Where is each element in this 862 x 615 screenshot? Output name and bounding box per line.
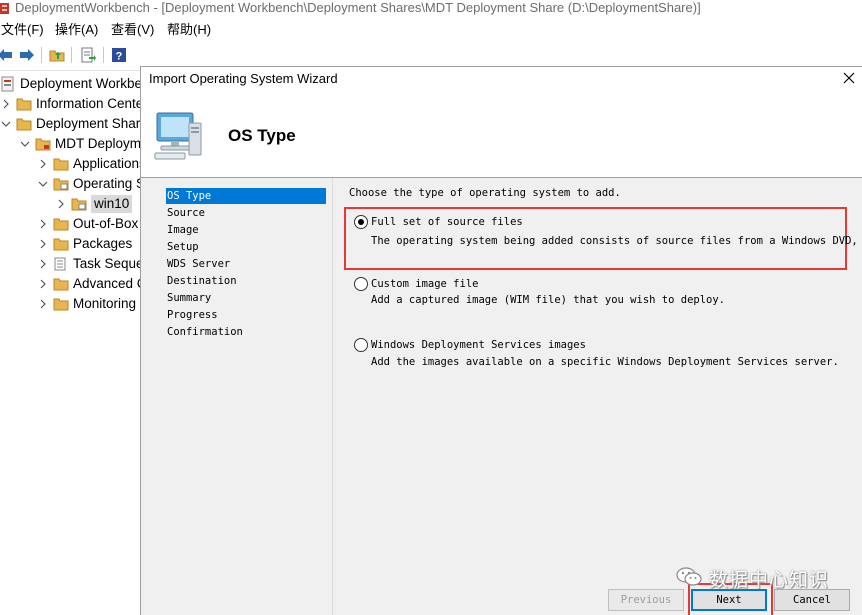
chevron-down-icon[interactable] bbox=[0, 118, 12, 130]
toolbar-separator bbox=[41, 47, 42, 63]
back-arrow-icon[interactable] bbox=[0, 46, 14, 64]
step-confirmation: Confirmation bbox=[167, 326, 243, 338]
tree-item-packages[interactable]: Packages bbox=[37, 234, 132, 254]
chevron-right-icon[interactable] bbox=[55, 198, 67, 210]
radio-custom-image[interactable] bbox=[354, 277, 368, 291]
monitoring-icon bbox=[53, 296, 69, 312]
chevron-right-icon[interactable] bbox=[37, 238, 49, 250]
step-os-type: OS Type bbox=[166, 188, 326, 204]
wizard-heading: OS Type bbox=[228, 126, 296, 145]
option-custom-image-description: Add a captured image (WIM file) that you… bbox=[371, 294, 726, 306]
menu-action[interactable]: 操作(A) bbox=[55, 22, 98, 38]
title-bar: DeploymentWorkbench - [Deployment Workbe… bbox=[0, 0, 862, 18]
menu-bar: 文件(F) 操作(A) 查看(V) 帮助(H) bbox=[0, 20, 862, 40]
close-icon[interactable] bbox=[840, 69, 858, 87]
tree-item-deployment-shares[interactable]: Deployment Shares bbox=[0, 114, 145, 134]
menu-file[interactable]: 文件(F) bbox=[1, 22, 44, 38]
folder-icon bbox=[53, 176, 69, 192]
chevron-right-icon[interactable] bbox=[37, 278, 49, 290]
folder-icon bbox=[53, 216, 69, 232]
tree-item-deployment-workbench[interactable]: Deployment Workbench bbox=[0, 74, 145, 94]
tree-item-win10[interactable]: win10 bbox=[55, 194, 133, 214]
chevron-down-icon[interactable] bbox=[37, 178, 49, 190]
step-summary: Summary bbox=[167, 292, 212, 304]
tree-item-monitoring[interactable]: Monitoring bbox=[37, 294, 136, 314]
chevron-down-icon[interactable] bbox=[19, 138, 31, 150]
toolbar-separator bbox=[103, 47, 104, 63]
folder-icon bbox=[53, 156, 69, 172]
tree-item-advanced-configuration[interactable]: Advanced Configuration bbox=[37, 274, 145, 294]
computer-monitor-icon bbox=[153, 111, 205, 161]
share-folder-icon bbox=[35, 136, 51, 152]
radio-wds-images[interactable] bbox=[354, 338, 368, 352]
folder-icon bbox=[16, 116, 32, 132]
step-setup: Setup bbox=[167, 241, 199, 253]
wizard-panel: Choose the type of operating system to a… bbox=[332, 178, 862, 615]
folder-icon bbox=[53, 276, 69, 292]
tree-item-applications[interactable]: Applications bbox=[37, 154, 145, 174]
option-wds-images-label[interactable]: Windows Deployment Services images bbox=[371, 337, 586, 353]
option-custom-image-label[interactable]: Custom image file bbox=[371, 276, 478, 292]
export-list-icon[interactable] bbox=[79, 46, 97, 64]
option-full-set-label[interactable]: Full set of source files bbox=[371, 214, 523, 230]
menu-help[interactable]: 帮助(H) bbox=[167, 22, 211, 38]
folder-icon bbox=[71, 196, 87, 212]
wechat-logo-icon bbox=[675, 565, 703, 592]
tree-item-operating-systems[interactable]: Operating Systems bbox=[37, 174, 145, 194]
chevron-right-icon[interactable] bbox=[37, 298, 49, 310]
step-source: Source bbox=[167, 207, 205, 219]
up-folder-icon[interactable] bbox=[48, 46, 66, 64]
chevron-right-icon[interactable] bbox=[37, 218, 49, 230]
step-wds-server: WDS Server bbox=[167, 258, 231, 270]
tree-item-task-sequences[interactable]: Task Sequences bbox=[37, 254, 145, 274]
watermark-text: 数据中心知识 bbox=[709, 568, 830, 591]
tree-item-out-of-box-drivers[interactable]: Out-of-Box Drivers bbox=[37, 214, 145, 234]
app-icon bbox=[0, 2, 10, 15]
chevron-right-icon[interactable] bbox=[37, 158, 49, 170]
wizard-body: OS Type Source Image Setup WDS Server De… bbox=[141, 178, 862, 615]
task-sequence-icon bbox=[53, 256, 69, 272]
tree-item-mdt-deployment-share[interactable]: MDT Deployment Share bbox=[19, 134, 145, 154]
forward-arrow-icon[interactable] bbox=[18, 46, 36, 64]
step-destination: Destination bbox=[167, 275, 237, 287]
import-os-wizard-dialog: Import Operating System Wizard OS Type O… bbox=[140, 66, 862, 615]
help-icon[interactable]: ? bbox=[110, 46, 128, 64]
watermark: 数据中心知识 bbox=[675, 563, 829, 593]
chevron-right-icon[interactable] bbox=[37, 258, 49, 270]
option-wds-images-description: Add the images available on a specific W… bbox=[371, 356, 839, 368]
menu-view[interactable]: 查看(V) bbox=[111, 22, 154, 38]
radio-full-set[interactable] bbox=[354, 215, 368, 229]
workbench-icon bbox=[0, 76, 16, 92]
wizard-header: OS Type bbox=[141, 93, 862, 179]
window-title: DeploymentWorkbench - [Deployment Workbe… bbox=[15, 0, 701, 15]
wizard-title: Import Operating System Wizard bbox=[149, 71, 338, 86]
folder-icon bbox=[16, 96, 32, 112]
svg-text:?: ? bbox=[116, 51, 123, 63]
step-progress: Progress bbox=[167, 309, 218, 321]
option-full-set-description: The operating system being added consist… bbox=[371, 235, 858, 247]
step-image: Image bbox=[167, 224, 199, 236]
folder-icon bbox=[53, 236, 69, 252]
toolbar-separator bbox=[71, 47, 72, 63]
tree-item-information-center[interactable]: Information Center bbox=[0, 94, 145, 114]
prompt-text: Choose the type of operating system to a… bbox=[349, 187, 621, 199]
chevron-right-icon[interactable] bbox=[0, 98, 12, 110]
navigation-tree: Deployment Workbench Information Center … bbox=[0, 72, 145, 615]
previous-button[interactable]: Previous bbox=[608, 589, 684, 611]
